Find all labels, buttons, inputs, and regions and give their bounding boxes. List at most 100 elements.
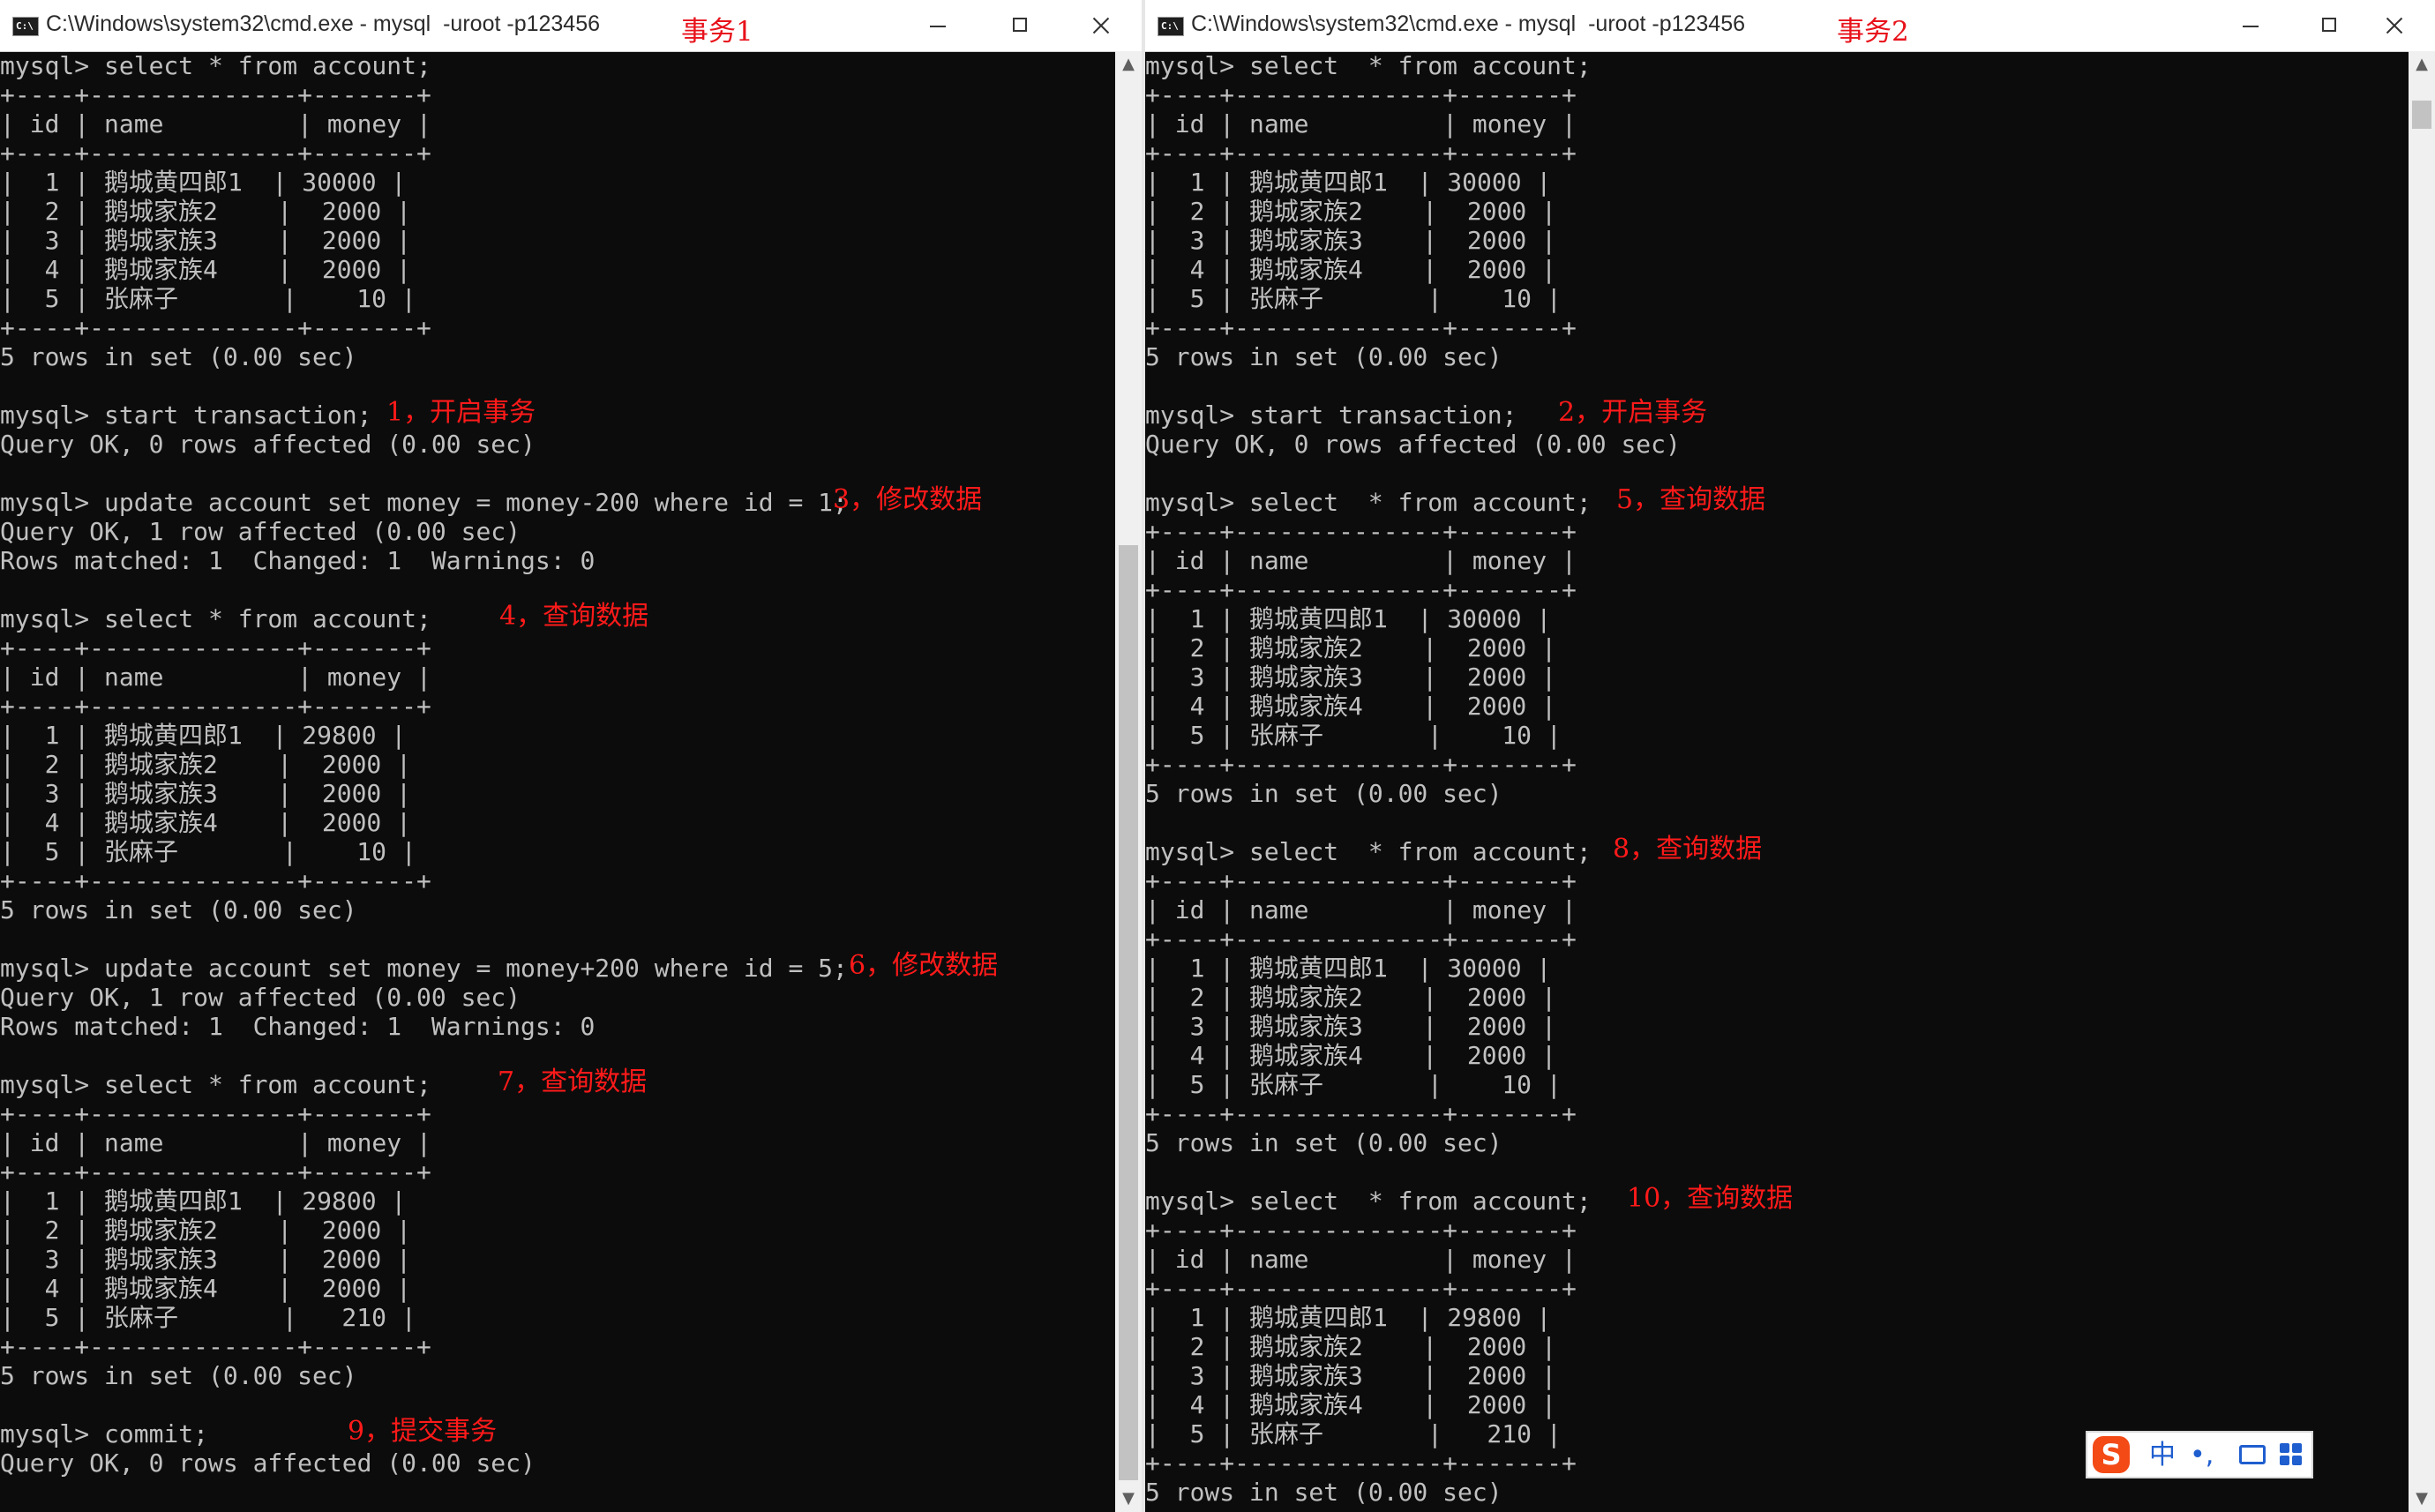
scroll-up-icon[interactable]: ▲ bbox=[1115, 51, 1142, 78]
console-line: | 2 | 鹅城家族2 | 2000 | bbox=[1145, 633, 1557, 662]
maximize-icon[interactable] bbox=[2311, 11, 2347, 41]
console-line: Query OK, 0 rows affected (0.00 sec) bbox=[0, 430, 536, 459]
console-line: | 3 | 鹅城家族3 | 2000 | bbox=[0, 1245, 412, 1274]
transaction-label: 事务2 bbox=[1837, 16, 1909, 48]
console-line: mysql> select * from account; bbox=[1145, 488, 1592, 517]
console-line: +----+--------------+-------+ bbox=[0, 1157, 431, 1186]
transaction-label: 事务1 bbox=[681, 16, 753, 48]
console-line: +----+--------------+-------+ bbox=[0, 1099, 431, 1128]
console-line: mysql> update account set money = money-… bbox=[0, 488, 848, 517]
console-line: | 4 | 鹅城家族4 | 2000 | bbox=[1145, 1390, 1557, 1419]
sogou-logo-icon[interactable]: S bbox=[2093, 1436, 2130, 1473]
console-line: +----+--------------+-------+ bbox=[0, 1332, 431, 1361]
console-line: Rows matched: 1 Changed: 1 Warnings: 0 bbox=[0, 546, 596, 575]
cmd-window-transaction-1[interactable]: C:\ C:\Windows\system32\cmd.exe - mysql … bbox=[0, 0, 1115, 1512]
maximize-icon[interactable] bbox=[1002, 11, 1038, 41]
step-annotation: 6，修改数据 bbox=[849, 950, 999, 981]
scrollbar[interactable]: ▲ ▼ bbox=[2409, 51, 2435, 1512]
console-line: +----+--------------+-------+ bbox=[0, 633, 431, 662]
console-line: +----+--------------+-------+ bbox=[1145, 1216, 1577, 1245]
console-line: +----+--------------+-------+ bbox=[1145, 1448, 1577, 1478]
console-line: | 4 | 鹅城家族4 | 2000 | bbox=[1145, 692, 1557, 721]
console-line: | 3 | 鹅城家族3 | 2000 | bbox=[1145, 1012, 1557, 1041]
console-line: 5 rows in set (0.00 sec) bbox=[1145, 342, 1502, 371]
keyboard-icon[interactable] bbox=[2239, 1445, 2266, 1464]
window-title: C:\Windows\system32\cmd.exe - mysql -uro… bbox=[1191, 11, 1746, 36]
console-line: +----+--------------+-------+ bbox=[1145, 866, 1577, 895]
console-line: +----+--------------+-------+ bbox=[1145, 1099, 1577, 1128]
scroll-down-icon[interactable]: ▼ bbox=[2409, 1486, 2435, 1512]
step-annotation: 2，开启事务 bbox=[1558, 397, 1708, 428]
console-line: +----+--------------+-------+ bbox=[0, 866, 431, 895]
console-line: | 1 | 鹅城黄四郎1 | 29800 | bbox=[0, 1186, 407, 1216]
console-line: +----+--------------+-------+ bbox=[1145, 80, 1577, 109]
console-line: | 1 | 鹅城黄四郎1 | 30000 | bbox=[1145, 954, 1552, 983]
console-output[interactable]: mysql> select * from account; +----+-----… bbox=[0, 51, 1115, 1512]
console-line: | 1 | 鹅城黄四郎1 | 29800 | bbox=[1145, 1303, 1552, 1332]
console-line: mysql> select * from account; bbox=[1145, 51, 1592, 80]
console-line: | 5 | 张麻子 | 10 | bbox=[0, 284, 416, 313]
console-line: Query OK, 0 rows affected (0.00 sec) bbox=[1145, 430, 1681, 459]
console-line: | 5 | 张麻子 | 210 | bbox=[0, 1303, 416, 1332]
step-annotation: 8，查询数据 bbox=[1613, 834, 1763, 865]
minimize-icon[interactable] bbox=[919, 11, 955, 41]
console-line: | 4 | 鹅城家族4 | 2000 | bbox=[0, 255, 412, 284]
console-line: | id | name | money | bbox=[0, 109, 431, 138]
console-line: mysql> select * from account; bbox=[1145, 1186, 1592, 1216]
console-line: | 5 | 张麻子 | 10 | bbox=[1145, 1070, 1562, 1099]
console-line: | 1 | 鹅城黄四郎1 | 30000 | bbox=[1145, 604, 1552, 633]
ime-mode-toggle[interactable]: 中 bbox=[2149, 1440, 2176, 1471]
console-line: mysql> select * from account; bbox=[1145, 837, 1592, 866]
console-line: | id | name | money | bbox=[1145, 1245, 1577, 1274]
console-line: | 5 | 张麻子 | 10 | bbox=[1145, 284, 1562, 313]
step-annotation: 10，查询数据 bbox=[1627, 1183, 1794, 1214]
title-bar[interactable]: C:\ C:\Windows\system32\cmd.exe - mysql … bbox=[1145, 0, 2409, 52]
console-line: | 4 | 鹅城家族4 | 2000 | bbox=[1145, 255, 1557, 284]
step-annotation: 4，查询数据 bbox=[499, 601, 649, 632]
console-line: 5 rows in set (0.00 sec) bbox=[1145, 1128, 1502, 1157]
console-line: | 4 | 鹅城家族4 | 2000 | bbox=[1145, 1041, 1557, 1070]
console-line: | id | name | money | bbox=[0, 662, 431, 692]
toolbox-grid-icon[interactable] bbox=[2280, 1443, 2303, 1466]
close-icon[interactable] bbox=[2377, 11, 2409, 41]
console-line: mysql> select * from account; bbox=[0, 604, 431, 633]
scroll-thumb[interactable] bbox=[2412, 101, 2431, 129]
console-line: 5 rows in set (0.00 sec) bbox=[0, 1361, 357, 1390]
console-line: +----+--------------+-------+ bbox=[1145, 517, 1577, 546]
console-line: | 4 | 鹅城家族4 | 2000 | bbox=[0, 808, 412, 837]
console-line: | 3 | 鹅城家族3 | 2000 | bbox=[0, 779, 412, 808]
console-line: mysql> start transaction; bbox=[0, 400, 372, 430]
scroll-thumb[interactable] bbox=[1119, 545, 1138, 1480]
scroll-down-icon[interactable]: ▼ bbox=[1115, 1486, 1142, 1512]
console-line: | 3 | 鹅城家族3 | 2000 | bbox=[1145, 226, 1557, 255]
console-line: | 3 | 鹅城家族3 | 2000 | bbox=[0, 226, 412, 255]
console-line: | 2 | 鹅城家族2 | 2000 | bbox=[1145, 1332, 1557, 1361]
scrollbar[interactable]: ▲ ▼ bbox=[1115, 51, 1142, 1512]
console-line: | 2 | 鹅城家族2 | 2000 | bbox=[1145, 197, 1557, 226]
console-line: | id | name | money | bbox=[1145, 109, 1577, 138]
console-line: Query OK, 0 rows affected (0.00 sec) bbox=[0, 1448, 536, 1478]
console-line: mysql> update account set money = money+… bbox=[0, 954, 848, 983]
console-line: | 3 | 鹅城家族3 | 2000 | bbox=[1145, 662, 1557, 692]
console-line: mysql> select * from account; bbox=[0, 1070, 431, 1099]
console-line: 5 rows in set (0.00 sec) bbox=[0, 342, 357, 371]
console-line: Query OK, 1 row affected (0.00 sec) bbox=[0, 517, 521, 546]
console-output[interactable]: mysql> select * from account; +----+-----… bbox=[1145, 51, 2409, 1512]
console-line: mysql> commit; bbox=[0, 1419, 209, 1448]
title-bar[interactable]: C:\ C:\Windows\system32\cmd.exe - mysql … bbox=[0, 0, 1115, 52]
scroll-up-icon[interactable]: ▲ bbox=[2409, 51, 2435, 78]
ime-toolbar[interactable]: S 中 •, bbox=[2086, 1431, 2313, 1478]
console-line: | 1 | 鹅城黄四郎1 | 30000 | bbox=[1145, 168, 1552, 197]
cmd-window-transaction-2[interactable]: C:\ C:\Windows\system32\cmd.exe - mysql … bbox=[1145, 0, 2409, 1512]
window-title: C:\Windows\system32\cmd.exe - mysql -uro… bbox=[46, 11, 601, 36]
minimize-icon[interactable] bbox=[2232, 11, 2267, 41]
console-line: | 5 | 张麻子 | 10 | bbox=[1145, 721, 1562, 750]
console-line: Query OK, 1 row affected (0.00 sec) bbox=[0, 983, 521, 1012]
console-line: +----+--------------+-------+ bbox=[1145, 750, 1577, 779]
ime-punct-toggle[interactable]: •, bbox=[2190, 1440, 2214, 1471]
step-annotation: 9，提交事务 bbox=[348, 1416, 498, 1447]
console-line: +----+--------------+-------+ bbox=[0, 138, 431, 168]
console-line: 5 rows in set (0.00 sec) bbox=[1145, 1478, 1502, 1507]
console-line: | 5 | 张麻子 | 210 | bbox=[1145, 1419, 1562, 1448]
close-icon[interactable] bbox=[1083, 11, 1115, 41]
